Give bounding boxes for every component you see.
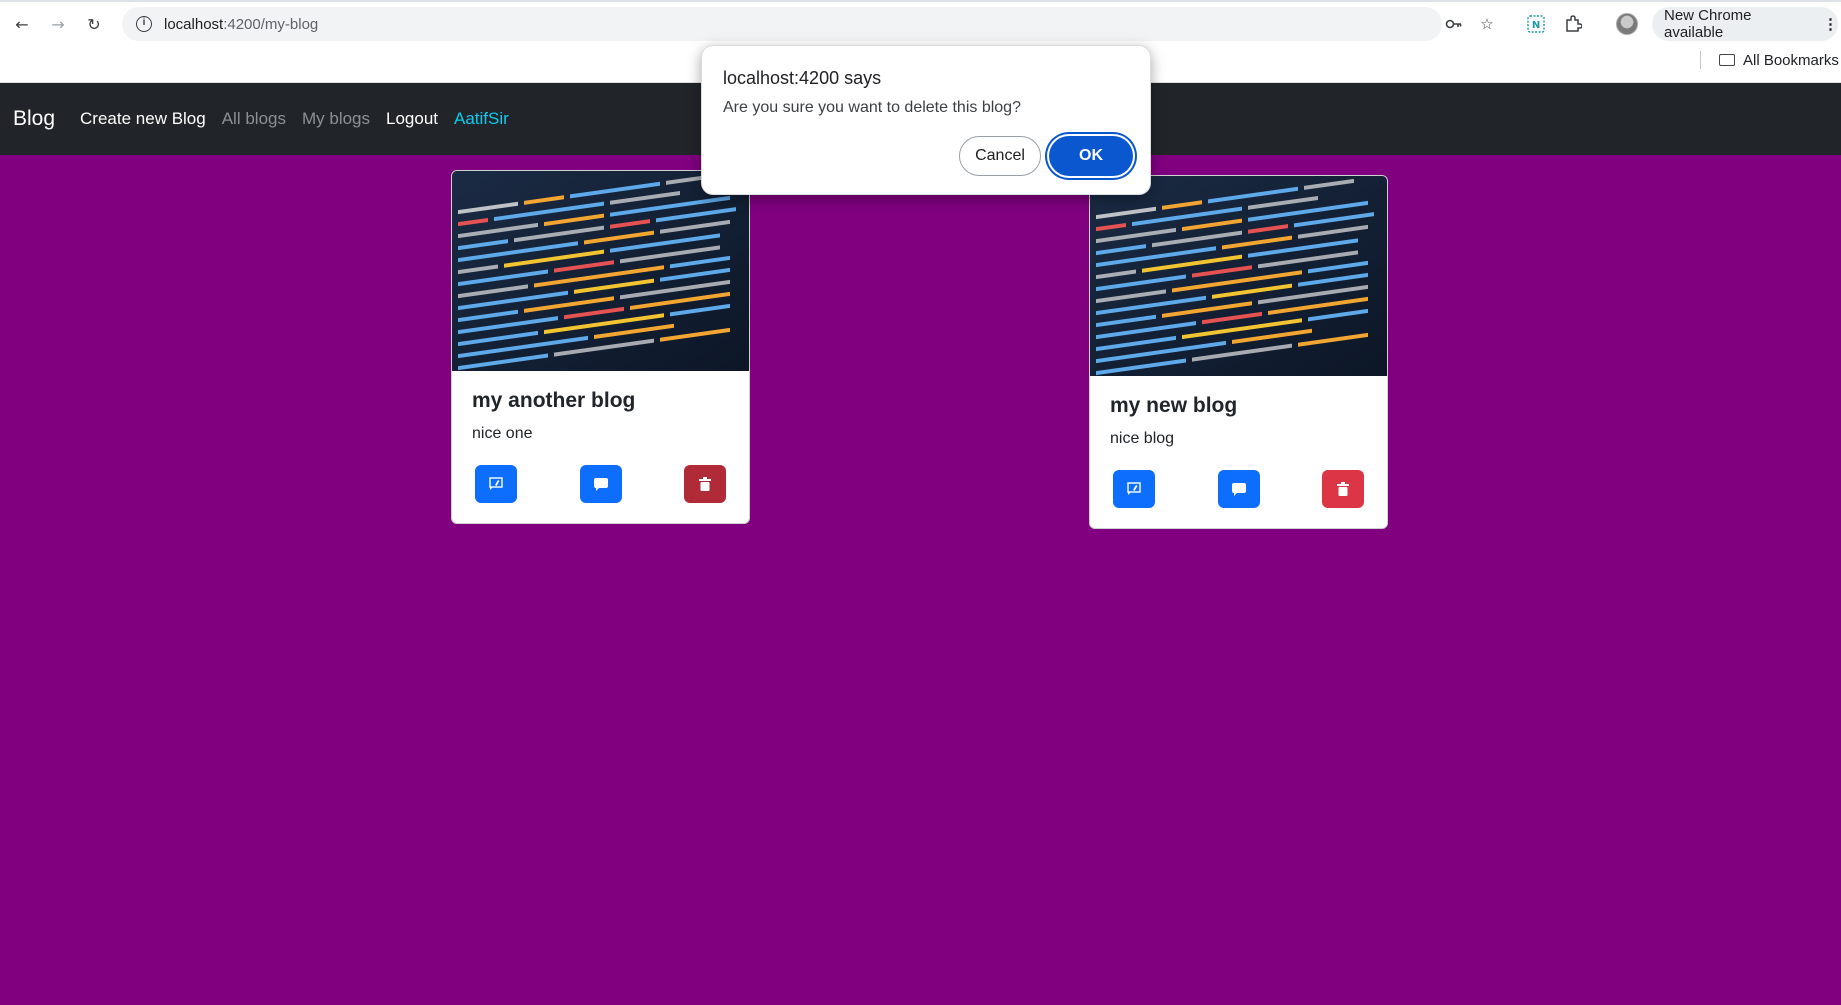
extension-n-icon[interactable]: N bbox=[1524, 12, 1548, 36]
nav-create-blog[interactable]: Create new Blog bbox=[80, 109, 206, 129]
confirm-dialog: localhost:4200 says Are you sure you wan… bbox=[701, 45, 1151, 195]
update-label: New Chrome available bbox=[1664, 7, 1752, 41]
blog-card: my new blog nice blog bbox=[1089, 175, 1388, 529]
edit-blog-button[interactable] bbox=[475, 465, 517, 503]
comment-blog-button[interactable] bbox=[1217, 470, 1260, 508]
trash-icon bbox=[699, 477, 711, 491]
blog-card-text: nice blog bbox=[1110, 430, 1175, 447]
blog-card-image bbox=[1090, 176, 1387, 376]
svg-text:N: N bbox=[1532, 20, 1540, 31]
message-edit-icon bbox=[489, 477, 503, 491]
blog-card-title: my new blog bbox=[1110, 394, 1238, 417]
blog-card-text: nice one bbox=[472, 425, 533, 442]
blog-card: my another blog nice one bbox=[451, 170, 750, 524]
dialog-title: localhost:4200 says bbox=[723, 68, 882, 88]
ok-button[interactable]: OK bbox=[1049, 136, 1133, 176]
nav-username[interactable]: AatifSir bbox=[454, 109, 509, 129]
delete-blog-button[interactable] bbox=[684, 465, 726, 503]
nav-my-blogs[interactable]: My blogs bbox=[302, 109, 370, 129]
extensions-puzzle-icon[interactable] bbox=[1561, 12, 1585, 36]
all-bookmarks-label: All Bookmarks bbox=[1743, 51, 1839, 69]
edit-blog-button[interactable] bbox=[1113, 470, 1155, 508]
bookmarks-bar[interactable]: All Bookmarks bbox=[1700, 51, 1839, 69]
delete-blog-button[interactable] bbox=[1322, 470, 1364, 508]
site-info-icon[interactable]: i bbox=[136, 16, 152, 32]
comment-icon bbox=[593, 477, 609, 491]
menu-dots-icon[interactable]: ⋮ bbox=[1823, 15, 1838, 33]
forward-icon[interactable]: → bbox=[46, 12, 70, 36]
comment-blog-button[interactable] bbox=[579, 465, 622, 503]
url-host: localhost bbox=[164, 15, 224, 33]
address-bar[interactable]: i localhost:4200/my-blog bbox=[122, 7, 1442, 41]
navbar-brand[interactable]: Blog bbox=[13, 107, 55, 131]
message-edit-icon bbox=[1127, 482, 1141, 496]
reload-icon[interactable]: ↻ bbox=[82, 12, 106, 36]
blog-card-image bbox=[452, 171, 749, 371]
password-key-icon[interactable] bbox=[1442, 12, 1466, 36]
tab-strip bbox=[0, 0, 1841, 2]
comment-icon bbox=[1231, 482, 1247, 496]
blog-card-title: my another blog bbox=[472, 389, 636, 412]
profile-avatar[interactable] bbox=[1616, 13, 1638, 35]
folder-icon bbox=[1719, 54, 1735, 66]
cancel-button[interactable]: Cancel bbox=[959, 136, 1041, 176]
bookmark-star-icon[interactable]: ☆ bbox=[1475, 12, 1499, 36]
back-icon[interactable]: ← bbox=[10, 12, 34, 36]
bookmarks-divider bbox=[1700, 51, 1701, 69]
url-path: :4200/my-blog bbox=[223, 15, 319, 33]
trash-icon bbox=[1337, 482, 1349, 496]
chrome-update-button[interactable]: New Chrome available ⋮ bbox=[1652, 7, 1838, 41]
nav-logout[interactable]: Logout bbox=[386, 109, 438, 129]
dialog-message: Are you sure you want to delete this blo… bbox=[723, 99, 1021, 116]
nav-all-blogs[interactable]: All blogs bbox=[222, 109, 286, 129]
